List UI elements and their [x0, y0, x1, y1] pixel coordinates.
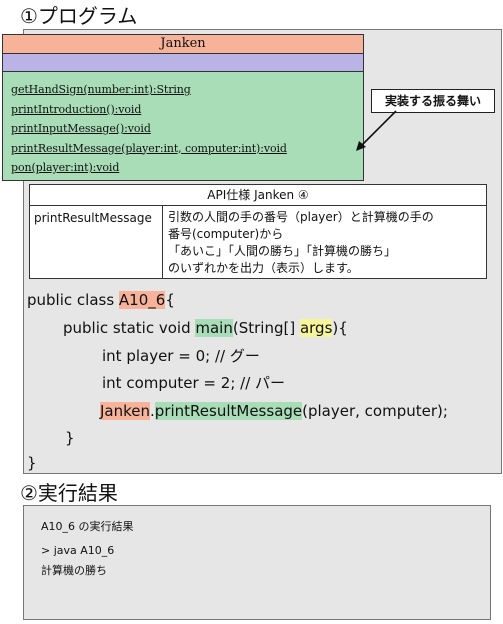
code-text: ){ — [332, 319, 348, 337]
api-spec-table: API仕様 Janken ④ printResultMessage 引数の人間の… — [29, 184, 487, 279]
main-highlight: main — [195, 319, 233, 337]
method-highlight: printResultMessage — [154, 402, 303, 420]
uml-method: printIntroduction():void — [11, 102, 142, 116]
uml-class-box: Janken getHandSign(number:int):String pr… — [2, 34, 364, 181]
args-highlight: args — [299, 319, 333, 337]
uml-method: pon(player:int):void — [11, 161, 120, 174]
api-description-line: 番号(computer)から — [168, 227, 284, 241]
code-line-computer: int computer = 2; // パー — [102, 374, 286, 392]
code-line-player: int player = 0; // グー — [102, 347, 260, 365]
program-section-title: ①プログラム — [20, 4, 138, 28]
code-line-call: Janken.printResultMessage(player, comput… — [100, 401, 448, 421]
janken-highlight: Janken — [100, 402, 151, 420]
api-description-line: 引数の人間の手の番号（player）と計算機の手の — [168, 210, 434, 224]
uml-class-name: Janken — [3, 35, 363, 54]
result-command: > java A10_6 — [41, 544, 115, 557]
code-text: (player, computer); — [302, 402, 448, 420]
uml-method: printInputMessage():void — [11, 122, 151, 135]
code-line-close-class: } — [27, 454, 37, 472]
code-line-class: public class A10_6{ — [27, 290, 175, 310]
result-heading: A10_6 の実行結果 — [41, 520, 134, 533]
code-text: { — [165, 291, 175, 309]
uml-attributes-section — [3, 54, 363, 72]
code-text: (String[] — [232, 319, 300, 337]
class-name-highlight: A10_6 — [118, 291, 166, 309]
api-description-line: のいずれかを出力（表示）します。 — [168, 261, 359, 275]
api-description: 引数の人間の手の番号（player）と計算機の手の 番号(computer)から… — [163, 206, 486, 279]
result-panel: A10_6 の実行結果 > java A10_6 計算機の勝ち — [23, 505, 491, 620]
api-spec-header: API仕様 Janken ④ — [30, 185, 486, 206]
code-text: public static void — [63, 319, 196, 337]
uml-method: getHandSign(number:int):String — [11, 83, 191, 96]
result-section-title: ②実行結果 — [20, 481, 118, 505]
callout-arrow-icon — [356, 110, 397, 151]
api-method-name: printResultMessage — [30, 206, 163, 279]
code-line-close-main: } — [65, 429, 75, 447]
code-text: public class — [27, 291, 119, 309]
uml-methods-section: getHandSign(number:int):String printIntr… — [3, 72, 363, 178]
uml-method: printResultMessage(player:int, computer:… — [11, 141, 287, 155]
api-description-line: 「あいこ」「人間の勝ち」「計算機の勝ち」 — [168, 244, 397, 258]
result-output: 計算機の勝ち — [41, 564, 107, 577]
code-line-main: public static void main(String[] args){ — [63, 318, 348, 338]
